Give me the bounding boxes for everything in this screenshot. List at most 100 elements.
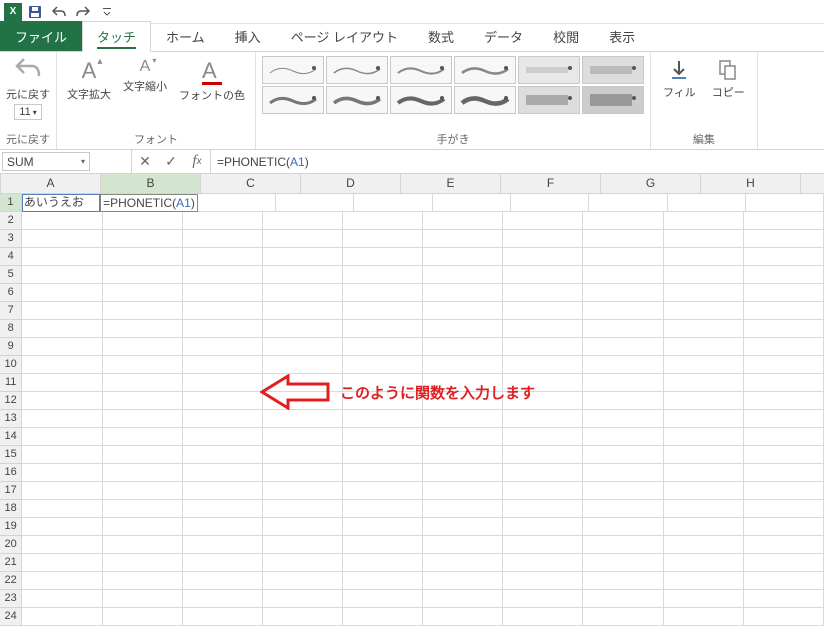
cell-E19[interactable]: [343, 518, 423, 536]
cell-E17[interactable]: [343, 482, 423, 500]
cell-F15[interactable]: [423, 446, 503, 464]
cell-C12[interactable]: [183, 392, 263, 410]
column-header-I[interactable]: I: [801, 174, 824, 194]
cell-D10[interactable]: [263, 356, 343, 374]
cancel-formula-button[interactable]: ✕: [132, 153, 158, 170]
cell-E10[interactable]: [343, 356, 423, 374]
cell-H18[interactable]: [583, 500, 663, 518]
name-box-dropdown-icon[interactable]: ▾: [81, 157, 85, 166]
save-button[interactable]: [24, 1, 46, 23]
cell-I7[interactable]: [664, 302, 744, 320]
cell-E13[interactable]: [343, 410, 423, 428]
pen-style-7[interactable]: [262, 86, 324, 114]
cell-E15[interactable]: [343, 446, 423, 464]
cell-A1[interactable]: あいうえお: [22, 194, 100, 212]
cell-A23[interactable]: [22, 590, 102, 608]
cell-F17[interactable]: [423, 482, 503, 500]
cell-G15[interactable]: [503, 446, 583, 464]
column-header-B[interactable]: B: [101, 174, 201, 194]
cell-B17[interactable]: [103, 482, 183, 500]
cell-F9[interactable]: [423, 338, 503, 356]
row-header-12[interactable]: 12: [0, 392, 22, 410]
font-enlarge-button[interactable]: A▴ 文字拡大: [63, 56, 115, 104]
pen-style-3[interactable]: [390, 56, 452, 84]
formula-input[interactable]: =PHONETIC(A1): [211, 150, 824, 173]
cell-I2[interactable]: [664, 212, 744, 230]
cell-D4[interactable]: [263, 248, 343, 266]
cell-F13[interactable]: [423, 410, 503, 428]
row-header-10[interactable]: 10: [0, 356, 22, 374]
cell-A5[interactable]: [22, 266, 102, 284]
cell-D6[interactable]: [263, 284, 343, 302]
cell-B6[interactable]: [103, 284, 183, 302]
cell-B16[interactable]: [103, 464, 183, 482]
cell-A13[interactable]: [22, 410, 102, 428]
undo-button[interactable]: [48, 1, 70, 23]
tab-page-layout[interactable]: ページ レイアウト: [276, 21, 413, 51]
cell-D15[interactable]: [263, 446, 343, 464]
fill-button[interactable]: フィル: [657, 56, 702, 102]
cell-A15[interactable]: [22, 446, 102, 464]
cell-G20[interactable]: [503, 536, 583, 554]
cell-H3[interactable]: [583, 230, 663, 248]
cell-A3[interactable]: [22, 230, 102, 248]
cell-J19[interactable]: [744, 518, 824, 536]
cell-J8[interactable]: [744, 320, 824, 338]
cell-F18[interactable]: [423, 500, 503, 518]
cell-F10[interactable]: [423, 356, 503, 374]
cell-H12[interactable]: [583, 392, 663, 410]
cell-I19[interactable]: [664, 518, 744, 536]
pen-style-12[interactable]: [582, 86, 644, 114]
row-header-21[interactable]: 21: [0, 554, 22, 572]
column-header-H[interactable]: H: [701, 174, 801, 194]
cell-E21[interactable]: [343, 554, 423, 572]
tab-home[interactable]: ホーム: [151, 21, 220, 51]
cell-I23[interactable]: [664, 590, 744, 608]
cell-F3[interactable]: [423, 230, 503, 248]
cell-H4[interactable]: [583, 248, 663, 266]
cell-A7[interactable]: [22, 302, 102, 320]
cell-I18[interactable]: [664, 500, 744, 518]
cell-H19[interactable]: [583, 518, 663, 536]
row-header-1[interactable]: 1: [0, 194, 22, 212]
cell-F2[interactable]: [423, 212, 503, 230]
cell-D8[interactable]: [263, 320, 343, 338]
cell-C4[interactable]: [183, 248, 263, 266]
cell-D5[interactable]: [263, 266, 343, 284]
cell-D17[interactable]: [263, 482, 343, 500]
cell-B12[interactable]: [103, 392, 183, 410]
cell-I11[interactable]: [664, 374, 744, 392]
cell-C19[interactable]: [183, 518, 263, 536]
cell-C22[interactable]: [183, 572, 263, 590]
cell-J13[interactable]: [744, 410, 824, 428]
cell-H6[interactable]: [583, 284, 663, 302]
cell-J12[interactable]: [744, 392, 824, 410]
cell-F14[interactable]: [423, 428, 503, 446]
cell-G19[interactable]: [503, 518, 583, 536]
cell-D23[interactable]: [263, 590, 343, 608]
cell-H7[interactable]: [583, 302, 663, 320]
cell-I4[interactable]: [664, 248, 744, 266]
cell-I6[interactable]: [664, 284, 744, 302]
cell-E2[interactable]: [343, 212, 423, 230]
cell-G22[interactable]: [503, 572, 583, 590]
cell-C17[interactable]: [183, 482, 263, 500]
cell-H23[interactable]: [583, 590, 663, 608]
cell-A12[interactable]: [22, 392, 102, 410]
insert-function-button[interactable]: fx: [184, 153, 210, 170]
cell-G8[interactable]: [503, 320, 583, 338]
cell-H21[interactable]: [583, 554, 663, 572]
pen-style-4[interactable]: [454, 56, 516, 84]
cell-D20[interactable]: [263, 536, 343, 554]
pen-style-6[interactable]: [582, 56, 644, 84]
cell-H13[interactable]: [583, 410, 663, 428]
cell-C7[interactable]: [183, 302, 263, 320]
cell-F1[interactable]: [433, 194, 511, 212]
cell-F5[interactable]: [423, 266, 503, 284]
cell-I3[interactable]: [664, 230, 744, 248]
cell-C1[interactable]: [198, 194, 276, 212]
name-box[interactable]: SUM▾: [2, 152, 90, 171]
cell-C23[interactable]: [183, 590, 263, 608]
cell-I13[interactable]: [664, 410, 744, 428]
cell-B18[interactable]: [103, 500, 183, 518]
